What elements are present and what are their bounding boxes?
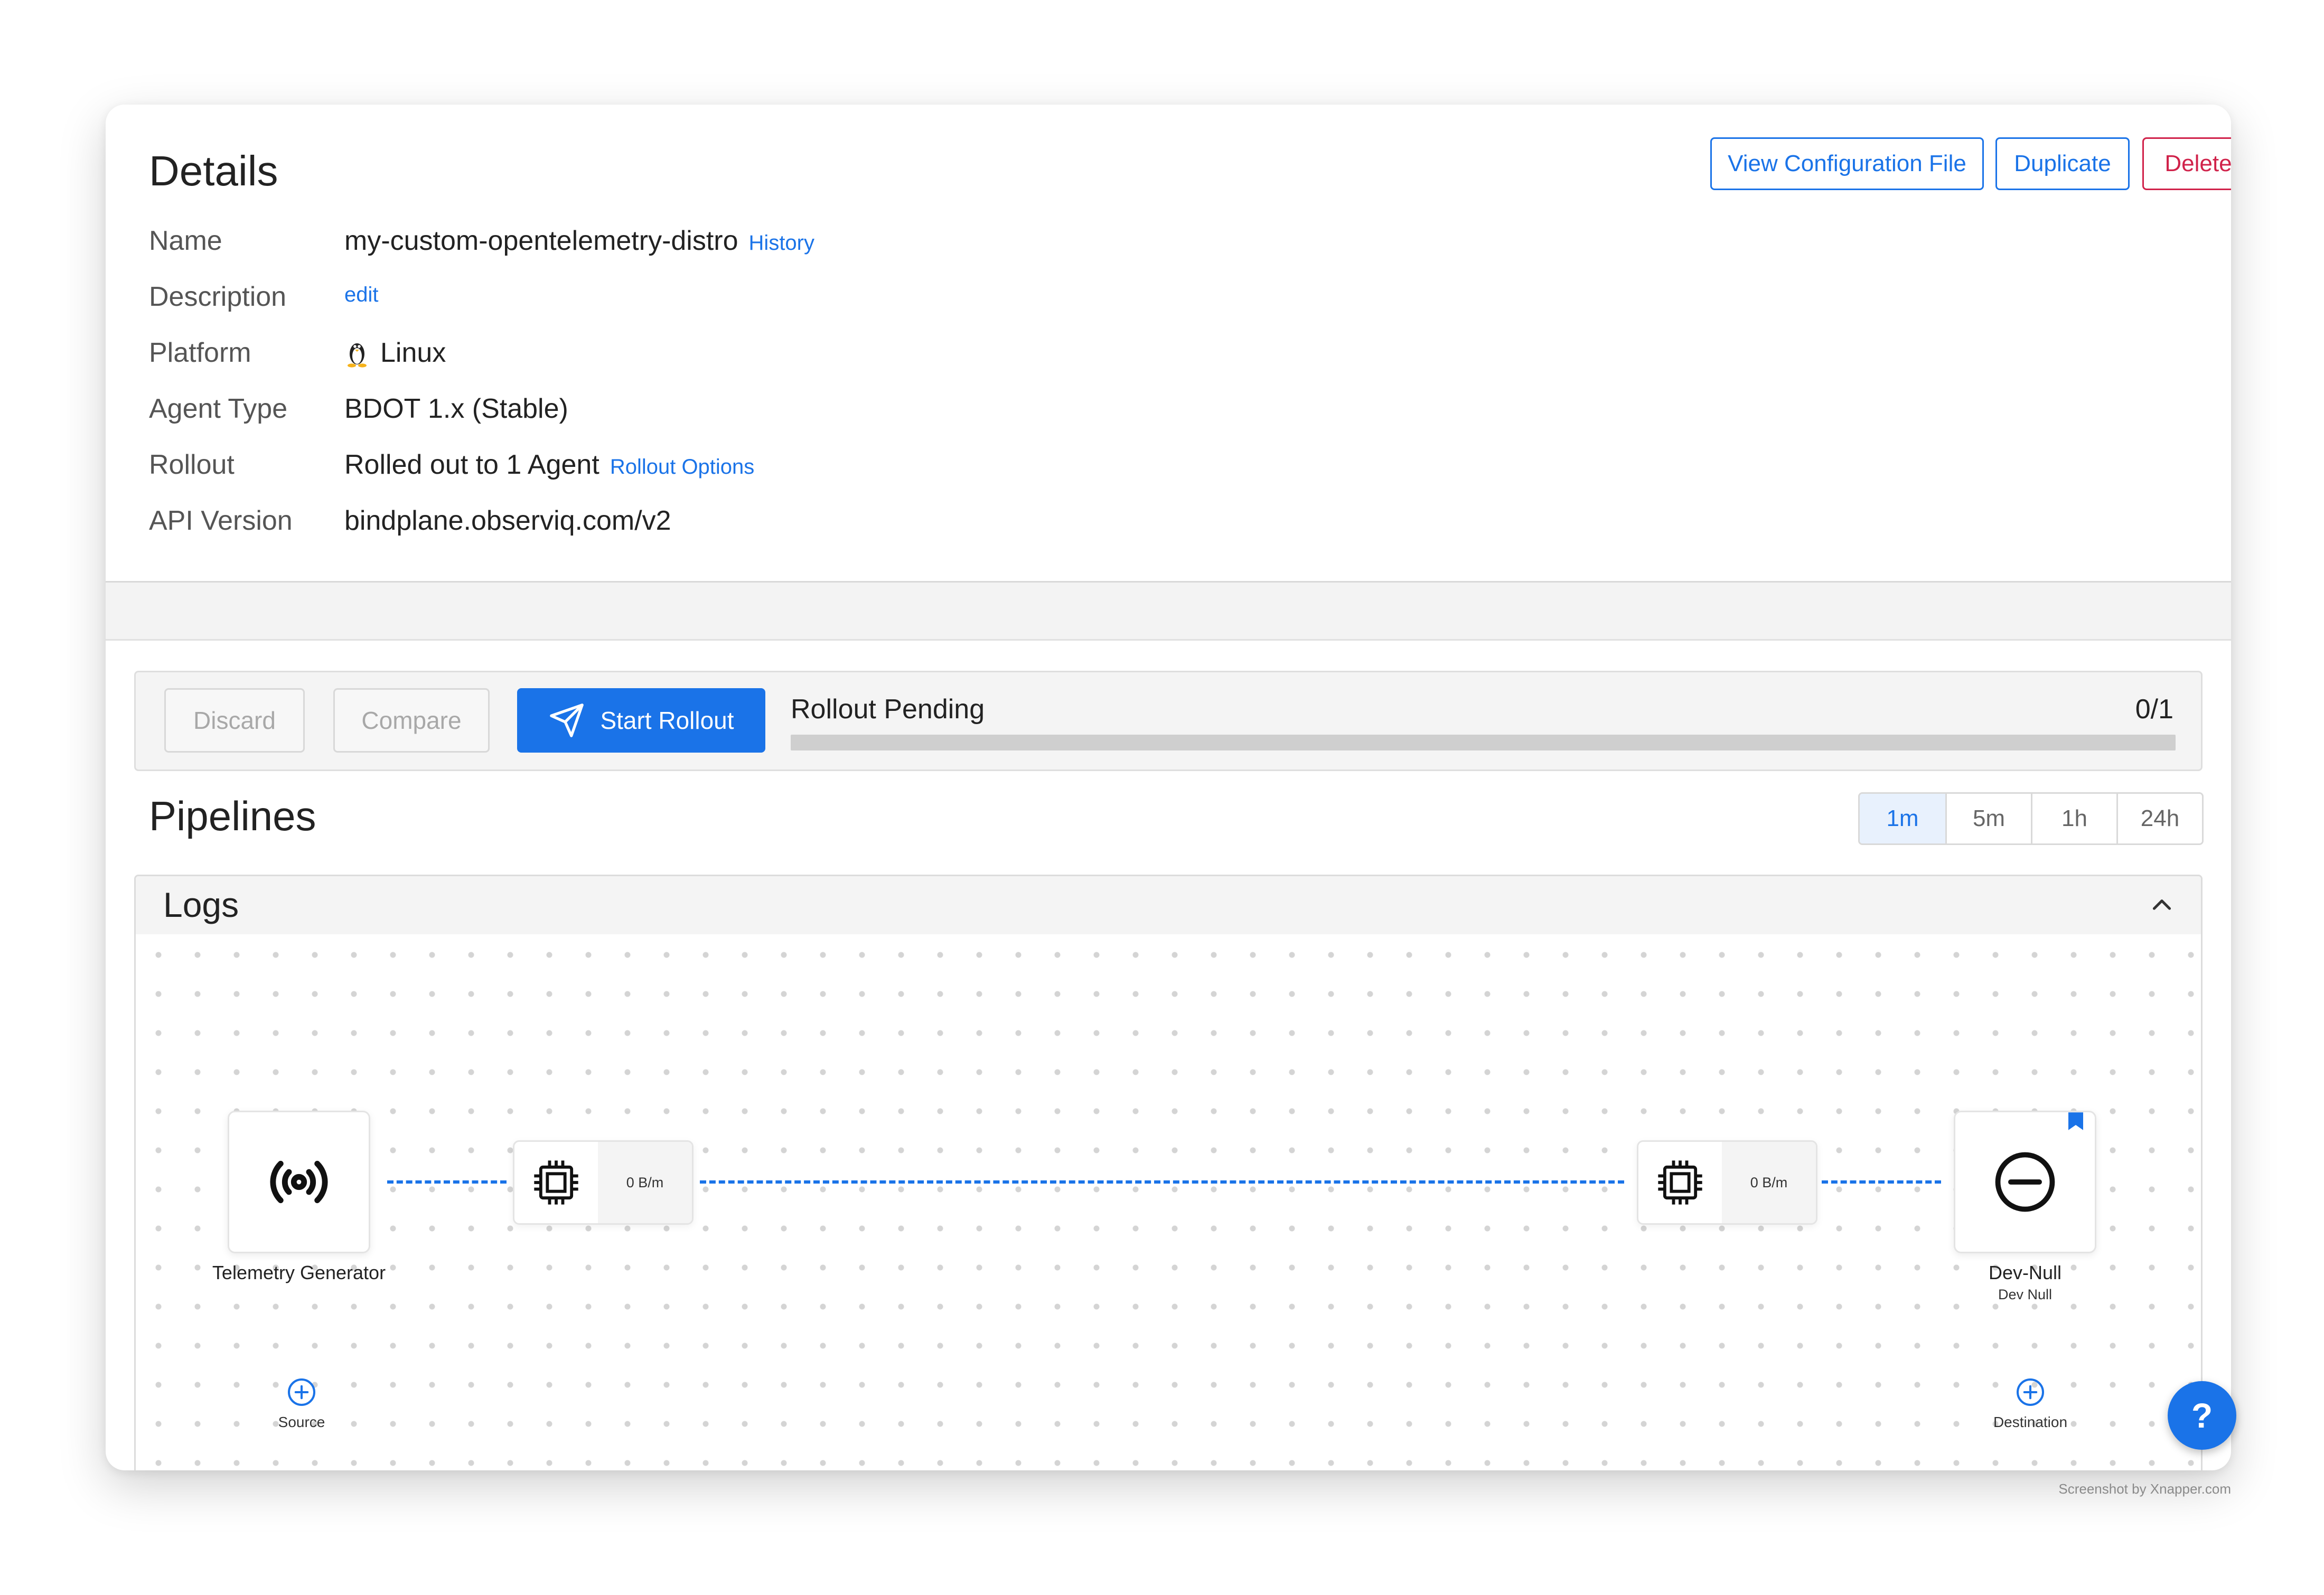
platform-label: Platform [149, 337, 251, 368]
agent-type-value: BDOT 1.x (Stable) [344, 393, 568, 424]
chevron-up-icon[interactable] [2147, 892, 2177, 918]
description-row: edit [344, 283, 379, 307]
start-rollout-label: Start Rollout [600, 707, 734, 734]
rollout-toolbar: Discard Compare Start Rollout Rollout Pe… [134, 671, 2203, 771]
time-range-selector: 1m 5m 1h 24h [1858, 792, 2204, 845]
pipelines-title: Pipelines [149, 793, 316, 839]
add-destination-button[interactable] [2017, 1378, 2044, 1406]
add-destination-label: Destination [1993, 1414, 2068, 1430]
configuration-card: Details View Configuration File Duplicat… [106, 105, 2231, 1470]
time-range-1h[interactable]: 1h [2031, 794, 2116, 843]
destination-node-dev-null[interactable] [1954, 1111, 2096, 1253]
destination-node-label: Dev-Null [1988, 1262, 2062, 1283]
rollout-progress-bar [791, 735, 2176, 750]
processor-node-left[interactable]: 0 B/m [513, 1140, 694, 1225]
agent-type-label: Agent Type [149, 393, 288, 424]
bookmark-icon [2068, 1112, 2083, 1130]
time-range-1m[interactable]: 1m [1860, 794, 1945, 843]
processor-left-rate: 0 B/m [598, 1142, 692, 1223]
rollout-count: 0/1 [2135, 694, 2173, 725]
add-source-button[interactable] [288, 1378, 315, 1406]
time-range-24h[interactable]: 24h [2116, 794, 2202, 843]
rollout-options-link[interactable]: Rollout Options [610, 455, 754, 479]
discard-button[interactable]: Discard [164, 688, 305, 753]
broadcast-icon [265, 1148, 333, 1216]
watermark: Screenshot by Xnapper.com [2058, 1481, 2231, 1497]
edit-description-link[interactable]: edit [344, 283, 379, 307]
details-section: Details View Configuration File Duplicat… [106, 105, 2231, 583]
logs-title: Logs [163, 885, 239, 924]
duplicate-button[interactable]: Duplicate [1995, 137, 2130, 190]
logs-pipeline-panel: Logs Telemetry Generator 0 B/m 0 B/m Dev… [134, 875, 2203, 1470]
processor-node-right[interactable]: 0 B/m [1637, 1140, 1817, 1225]
rollout-row: Rolled out to 1 Agent Rollout Options [344, 449, 754, 481]
name-value: my-custom-opentelemetry-distro [344, 226, 738, 256]
name-label: Name [149, 226, 222, 256]
api-version-value: bindplane.observiq.com/v2 [344, 505, 671, 536]
processor-chip-icon [514, 1142, 598, 1223]
edge-source-processor [387, 1180, 507, 1184]
logs-panel-header[interactable]: Logs [136, 876, 2201, 934]
section-divider [106, 583, 2231, 641]
rollout-value: Rolled out to 1 Agent [344, 449, 599, 480]
name-row: my-custom-opentelemetry-distro History [344, 225, 814, 257]
pipeline-canvas[interactable]: Telemetry Generator 0 B/m 0 B/m Dev-Null… [136, 934, 2201, 1470]
view-configuration-button[interactable]: View Configuration File [1710, 137, 1984, 190]
edge-processor-processor [700, 1180, 1624, 1184]
processor-chip-icon [1638, 1142, 1722, 1223]
destination-node-sublabel: Dev Null [1998, 1287, 2053, 1302]
help-button[interactable]: ? [2168, 1381, 2236, 1450]
time-range-5m[interactable]: 5m [1945, 794, 2031, 843]
platform-value: Linux [380, 337, 446, 368]
minus-circle-icon [1991, 1148, 2059, 1216]
api-version-label: API Version [149, 505, 293, 536]
rollout-status: Rollout Pending [791, 694, 985, 725]
add-source-label: Source [278, 1414, 325, 1430]
source-node-telemetry-generator[interactable] [228, 1111, 370, 1253]
edge-processor-destination [1822, 1180, 1941, 1184]
send-icon [548, 702, 585, 739]
start-rollout-button[interactable]: Start Rollout [517, 688, 765, 753]
delete-button[interactable]: Delete [2142, 137, 2231, 190]
platform-row: Linux [344, 337, 446, 369]
processor-right-rate: 0 B/m [1722, 1142, 1816, 1223]
details-title: Details [149, 147, 278, 194]
description-label: Description [149, 282, 287, 312]
history-link[interactable]: History [749, 231, 814, 255]
linux-penguin-icon [344, 338, 370, 368]
compare-button[interactable]: Compare [333, 688, 490, 753]
rollout-label: Rollout [149, 449, 235, 480]
source-node-label: Telemetry Generator [212, 1262, 386, 1283]
